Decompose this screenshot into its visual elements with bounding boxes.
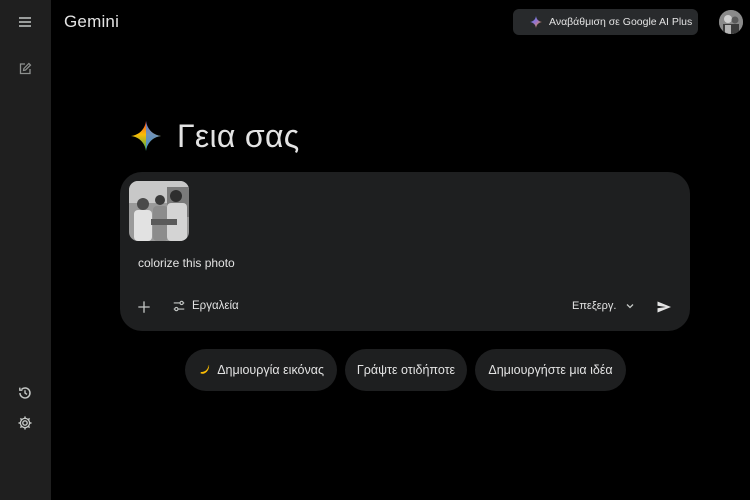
brand-title[interactable]: Gemini xyxy=(64,12,119,32)
activity-button[interactable] xyxy=(13,381,37,405)
tools-button[interactable]: Εργαλεία xyxy=(172,299,239,313)
add-attachment-button[interactable] xyxy=(134,297,154,317)
upgrade-button[interactable]: Αναβάθμιση σε Google AI Plus xyxy=(513,9,698,35)
uploaded-photo-image xyxy=(129,181,189,241)
chip-write-anything[interactable]: Γράψτε οτιδήποτε xyxy=(345,349,467,391)
new-chat-button[interactable] xyxy=(13,57,37,81)
send-icon xyxy=(657,301,671,313)
sidebar xyxy=(0,0,51,500)
send-button[interactable] xyxy=(654,297,674,317)
suggestion-chips: Δημιουργία εικόνας Γράψτε οτιδήποτε Δημι… xyxy=(185,349,626,391)
chevron-down-icon xyxy=(627,304,634,309)
menu-icon xyxy=(19,17,31,27)
settings-button[interactable] xyxy=(13,411,37,435)
gear-icon xyxy=(18,416,32,430)
menu-button[interactable] xyxy=(13,10,37,34)
model-label: Επεξεργ. xyxy=(572,300,617,312)
upgrade-label: Αναβάθμιση σε Google AI Plus xyxy=(549,16,693,28)
tune-icon xyxy=(173,300,185,312)
gemini-sparkle-icon xyxy=(530,16,542,28)
attached-photo-thumbnail[interactable] xyxy=(129,181,189,241)
model-selector[interactable]: Επεξεργ. xyxy=(572,300,635,312)
plus-icon xyxy=(138,301,150,313)
user-avatar-image xyxy=(719,10,743,34)
chip-brainstorm-idea[interactable]: Δημιουργήστε μια ιδέα xyxy=(475,349,626,391)
greeting-title: Γεια σας xyxy=(177,118,300,154)
chip-brainstorm-idea-label: Δημιουργήστε μια ιδέα xyxy=(488,363,613,377)
prompt-input[interactable]: colorize this photo xyxy=(138,256,235,270)
chip-write-anything-label: Γράψτε οτιδήποτε xyxy=(356,363,456,377)
banana-icon xyxy=(200,365,210,374)
chip-create-image-label: Δημιουργία εικόνας xyxy=(217,363,324,377)
prompt-composer[interactable]: colorize this photo Εργαλεία Επεξεργ. xyxy=(120,172,690,331)
chip-create-image[interactable]: Δημιουργία εικόνας xyxy=(185,349,337,391)
history-icon xyxy=(19,387,31,399)
greeting: Γεια σας xyxy=(131,116,299,156)
gemini-logo-icon xyxy=(131,121,161,151)
tools-label: Εργαλεία xyxy=(192,300,239,312)
edit-icon xyxy=(19,62,32,75)
avatar[interactable] xyxy=(719,10,743,34)
